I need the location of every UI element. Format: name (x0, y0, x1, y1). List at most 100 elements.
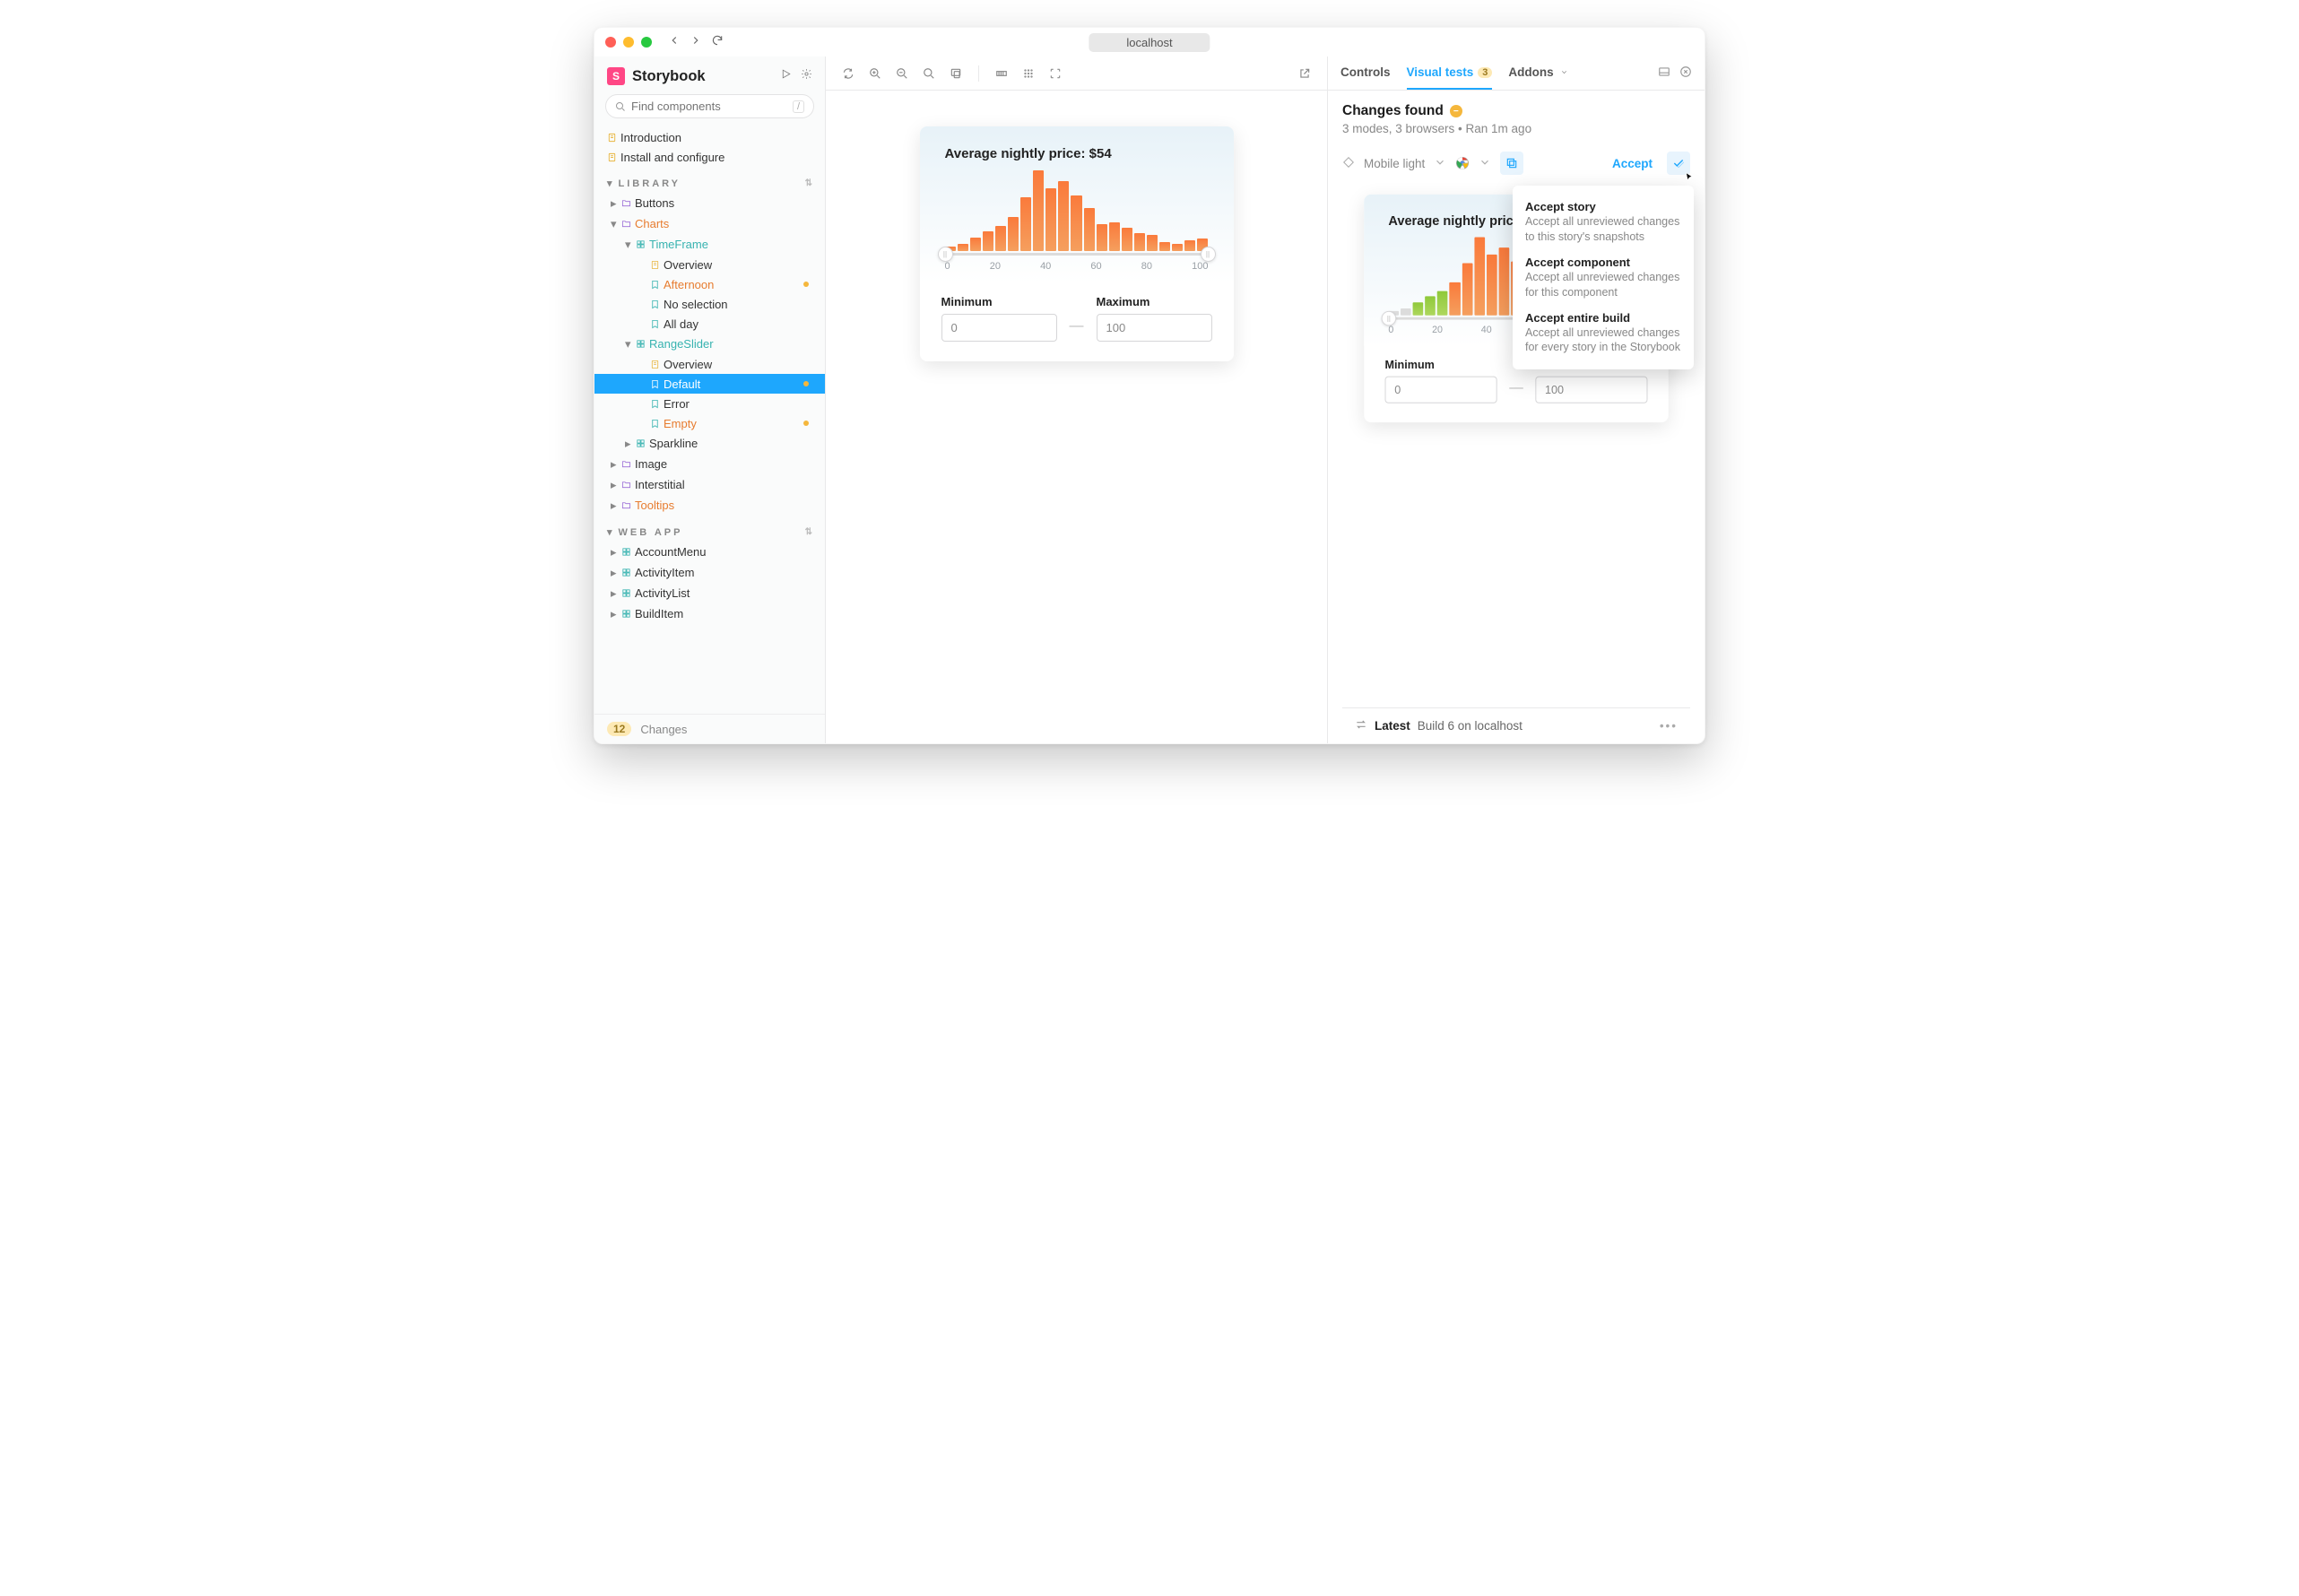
tree-folder-tooltips[interactable]: ▸Tooltips (594, 495, 825, 516)
section-header[interactable]: ▾LIBRARY⇅ (594, 167, 825, 193)
tree-component-builditem[interactable]: ▸BuildItem (594, 603, 825, 624)
tree-story-default[interactable]: Default (594, 374, 825, 394)
tree-component-rangeslider[interactable]: ▾RangeSlider (594, 334, 825, 354)
outline-icon[interactable] (1044, 62, 1067, 85)
slider-handle-max[interactable]: || (1201, 247, 1216, 262)
diamond-icon (1342, 156, 1355, 171)
tree-doc-overview[interactable]: Overview (594, 255, 825, 274)
brand-name: Storybook (632, 68, 706, 85)
bar (1425, 296, 1436, 315)
tree-doc-overview[interactable]: Overview (594, 354, 825, 374)
zoom-out-icon[interactable] (890, 62, 914, 85)
bar (1474, 237, 1485, 315)
min-input[interactable] (941, 314, 1057, 342)
search-input[interactable]: / (605, 94, 814, 118)
tree-folder-charts[interactable]: ▾Charts (594, 213, 825, 234)
tree-folder-buttons[interactable]: ▸Buttons (594, 193, 825, 213)
tree-component-sparkline[interactable]: ▸Sparkline (594, 433, 825, 454)
slider-track[interactable]: || || (945, 253, 1209, 256)
bar (1058, 181, 1069, 251)
zoom-reset-icon[interactable] (917, 62, 941, 85)
diff-toggle-button[interactable] (1500, 152, 1523, 175)
grid-icon[interactable] (1017, 62, 1040, 85)
measure-icon[interactable] (990, 62, 1013, 85)
gear-icon[interactable] (801, 68, 812, 84)
tree-story-empty[interactable]: Empty (594, 413, 825, 433)
footer-build-info: Build 6 on localhost (1418, 719, 1523, 733)
chevron-down-icon (1558, 65, 1568, 79)
x-axis: 020406080100 (945, 256, 1209, 272)
minimize-window-button[interactable] (623, 37, 634, 48)
batch-accept-button[interactable] (1667, 152, 1690, 175)
accept-story-item[interactable]: Accept story Accept all unreviewed chang… (1513, 195, 1694, 250)
snapshot-min-input[interactable] (1385, 377, 1497, 403)
histogram (945, 170, 1209, 251)
snapshot-handle-min[interactable]: || (1382, 311, 1396, 325)
changes-count-badge: 12 (607, 722, 631, 736)
swap-icon[interactable] (1355, 718, 1367, 733)
close-window-button[interactable] (605, 37, 616, 48)
range-slider-card: Average nightly price: $54 || || 0204060… (920, 126, 1234, 361)
tree-story-all-day[interactable]: All day (594, 314, 825, 334)
back-button[interactable] (668, 34, 681, 51)
tab-controls[interactable]: Controls (1340, 56, 1391, 90)
tab-visual-tests[interactable]: Visual tests 3 (1407, 56, 1493, 90)
titlebar: localhost (594, 28, 1705, 56)
zoom-in-icon[interactable] (863, 62, 887, 85)
bar (1462, 264, 1472, 316)
tree-story-error[interactable]: Error (594, 394, 825, 413)
forward-button[interactable] (690, 34, 702, 51)
changes-label: Changes (640, 723, 687, 736)
sidebar-footer[interactable]: 12 Changes (594, 714, 825, 743)
accept-button[interactable]: Accept (1612, 157, 1653, 170)
range-dash: — (1070, 318, 1084, 342)
tab-addons[interactable]: Addons (1508, 56, 1567, 90)
doc-introduction[interactable]: Introduction (594, 127, 825, 147)
bar (1401, 308, 1411, 316)
min-label: Minimum (941, 295, 1057, 308)
bar (1450, 282, 1461, 316)
address-bar[interactable]: localhost (1089, 33, 1210, 52)
card-title: Average nightly price: $54 (945, 146, 1209, 161)
slider-handle-min[interactable]: || (938, 247, 953, 262)
tree-story-afternoon[interactable]: Afternoon (594, 274, 825, 294)
brand: S Storybook (607, 67, 706, 85)
doc-install[interactable]: Install and configure (594, 147, 825, 167)
tree-story-no-selection[interactable]: No selection (594, 294, 825, 314)
max-input[interactable] (1097, 314, 1212, 342)
bar (1097, 224, 1107, 251)
max-label: Maximum (1097, 295, 1212, 308)
bar (970, 238, 981, 251)
search-field[interactable] (631, 100, 793, 113)
tree-folder-image[interactable]: ▸Image (594, 454, 825, 474)
tree-component-activityitem[interactable]: ▸ActivityItem (594, 562, 825, 583)
sync-icon[interactable] (837, 62, 860, 85)
changes-found-title: Changes found (1342, 103, 1444, 119)
viewport-icon[interactable] (944, 62, 967, 85)
tree-component-timeframe[interactable]: ▾TimeFrame (594, 234, 825, 255)
bar (1487, 255, 1497, 316)
open-new-tab-icon[interactable] (1293, 62, 1316, 85)
reload-button[interactable] (711, 34, 724, 51)
canvas-column: Average nightly price: $54 || || 0204060… (826, 56, 1328, 743)
panel-position-icon[interactable] (1658, 65, 1670, 81)
snapshot-max-input[interactable] (1535, 377, 1647, 403)
sidebar: S Storybook / Introduction (594, 56, 826, 743)
accept-build-item[interactable]: Accept entire build Accept all unreviewe… (1513, 306, 1694, 361)
tree-component-accountmenu[interactable]: ▸AccountMenu (594, 542, 825, 562)
play-icon[interactable] (780, 68, 792, 84)
section-header[interactable]: ▾WEB APP⇅ (594, 516, 825, 542)
tree-component-activitylist[interactable]: ▸ActivityList (594, 583, 825, 603)
more-icon[interactable]: ••• (1660, 719, 1678, 733)
accept-component-item[interactable]: Accept component Accept all unreviewed c… (1513, 250, 1694, 306)
maximize-window-button[interactable] (641, 37, 652, 48)
bar (1413, 302, 1424, 316)
addon-tabs: Controls Visual tests 3 Addons (1328, 56, 1705, 91)
mode-selector[interactable]: Mobile light (1364, 157, 1425, 170)
chrome-icon[interactable] (1455, 156, 1470, 170)
bar (1437, 291, 1448, 316)
close-panel-icon[interactable] (1679, 65, 1692, 81)
browser-nav (668, 34, 724, 51)
tree-folder-interstitial[interactable]: ▸Interstitial (594, 474, 825, 495)
bar (1498, 247, 1509, 316)
